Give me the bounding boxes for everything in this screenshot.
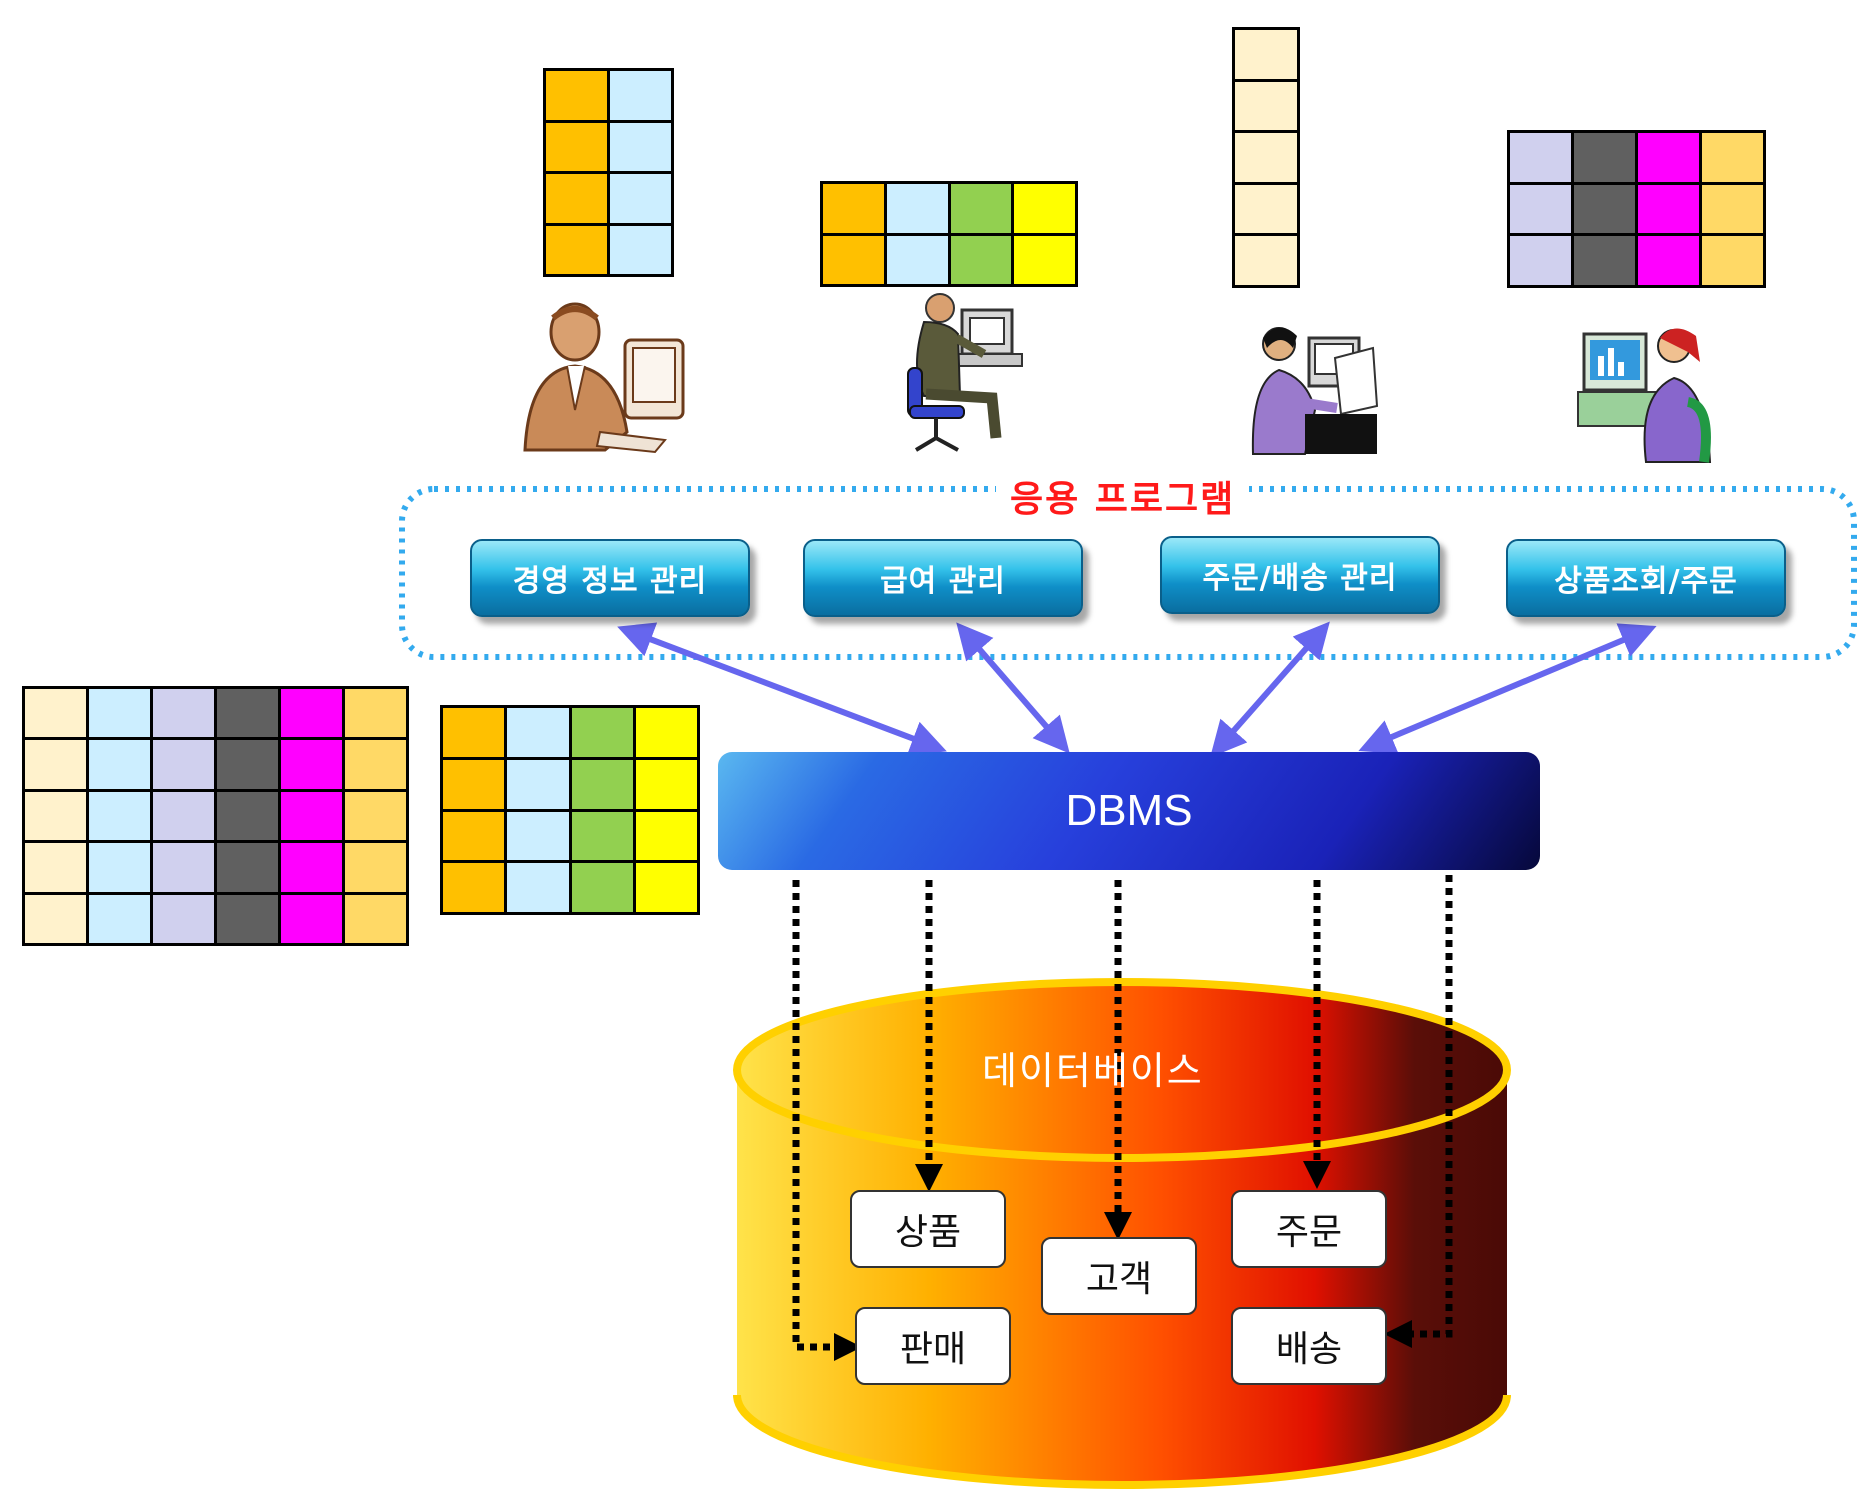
- table-grid-5: [22, 686, 409, 946]
- entity-sales: 판매: [855, 1307, 1011, 1385]
- table-grid-1: [543, 68, 674, 277]
- entity-delivery: 배송: [1231, 1307, 1387, 1385]
- app-button-product-order[interactable]: 상품조회/주문: [1506, 539, 1786, 617]
- businessman-computer-icon: [523, 302, 685, 454]
- entity-order: 주문: [1231, 1190, 1387, 1268]
- woman-monitor-icon: [1577, 328, 1712, 463]
- dbms-bar: DBMS: [718, 752, 1540, 870]
- woman-typing-icon: [1251, 327, 1379, 455]
- table-grid-2: [820, 181, 1078, 287]
- table-grid-6: [440, 705, 700, 915]
- app-group-label: 응용 프로그램: [996, 470, 1250, 522]
- app-button-payroll[interactable]: 급여 관리: [803, 539, 1083, 617]
- app-button-order-delivery[interactable]: 주문/배송 관리: [1160, 536, 1440, 614]
- database-label: 데이터베이스: [982, 1049, 1204, 1093]
- table-grid-3: [1232, 27, 1300, 288]
- entity-customer: 고객: [1041, 1237, 1197, 1315]
- table-grid-4: [1507, 130, 1766, 288]
- app-button-management-info[interactable]: 경영 정보 관리: [470, 539, 750, 617]
- entity-product: 상품: [850, 1190, 1006, 1268]
- man-chair-terminal-icon: [907, 293, 1023, 452]
- app-dbms-arrows: [617, 621, 1657, 758]
